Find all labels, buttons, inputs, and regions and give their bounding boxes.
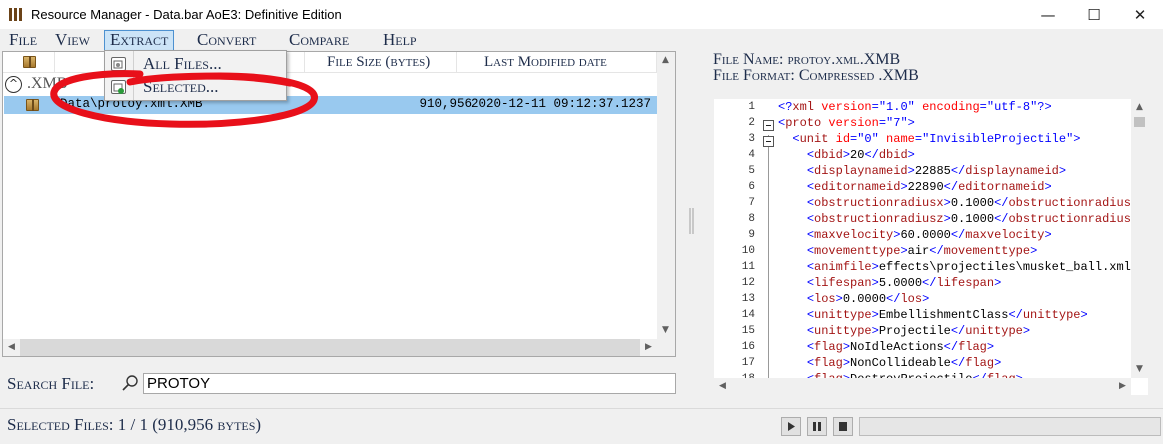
pause-button[interactable] <box>807 417 827 436</box>
line-number: 12 <box>741 277 755 289</box>
code-text: <?xml version="1.0" encoding="utf-8"?> <p… <box>778 99 1131 378</box>
line-number: 14 <box>741 309 755 321</box>
code-preview-editor[interactable]: 123456789101112131415161718 <?xml versio… <box>714 99 1148 395</box>
editor-horizontal-scrollbar[interactable]: ◀ ▶ <box>714 378 1131 395</box>
file-row[interactable]: Data\protoy.xml.XMB 910,956 2020-12-11 0… <box>4 96 657 114</box>
code-line: <lifespan>5.0000</lifespan> <box>806 276 1002 290</box>
line-number: 8 <box>748 213 755 225</box>
code-line: <unit id="0" name="InvisibleProjectile"> <box>792 132 1081 146</box>
window-title: Resource Manager - Data.bar AoE3: Defini… <box>31 7 342 22</box>
code-line: <?xml version="1.0" encoding="utf-8"?> <box>778 100 1052 114</box>
line-number: 16 <box>741 341 755 353</box>
code-line: <displaynameid>22885</displaynameid> <box>806 164 1067 178</box>
line-number: 2 <box>748 117 755 129</box>
code-line: <dbid>20</dbid> <box>806 148 915 162</box>
menu-bar: File View Extract Convert Compare Help <box>0 29 1163 51</box>
column-header-file-size[interactable]: File Size (bytes) <box>305 52 457 73</box>
line-number: 5 <box>748 165 755 177</box>
code-line: <flag>NoIdleActions</flag> <box>806 340 995 354</box>
line-number: 10 <box>741 245 755 257</box>
menu-item-selected-label: Selected... <box>143 77 219 96</box>
scroll-right-arrow-icon[interactable]: ▶ <box>640 339 657 356</box>
menu-convert[interactable]: Convert <box>192 30 261 50</box>
close-button[interactable]: ✕ <box>1117 0 1163 29</box>
code-line: <obstructionradiusz>0.1000</obstructionr… <box>806 212 1131 226</box>
line-number: 13 <box>741 293 755 305</box>
search-icon <box>122 375 138 391</box>
title-bar: Resource Manager - Data.bar AoE3: Defini… <box>0 0 1163 29</box>
collapse-toggle-icon[interactable]: ^ <box>5 76 22 93</box>
menu-file[interactable]: File <box>4 30 42 50</box>
code-line: <unittype>EmbellishmentClass</unittype> <box>806 308 1088 322</box>
scroll-left-arrow-icon[interactable]: ◀ <box>714 378 731 395</box>
line-number: 6 <box>748 181 755 193</box>
code-line: <animfile>effects\projectiles\musket_bal… <box>806 260 1131 274</box>
stop-button[interactable] <box>833 417 853 436</box>
play-icon <box>788 422 795 431</box>
line-number-gutter: 123456789101112131415161718 <box>714 99 759 385</box>
search-label: Search File: <box>7 374 95 393</box>
scroll-down-arrow-icon[interactable]: ▼ <box>657 322 674 339</box>
code-line: <obstructionradiusx>0.1000</obstructionr… <box>806 196 1131 210</box>
status-bar: Selected Files: 1 / 1 (910,956 bytes) <box>0 408 1163 444</box>
menu-compare[interactable]: Compare <box>284 30 354 50</box>
line-number: 7 <box>748 197 755 209</box>
code-line: <maxvelocity>60.0000</maxvelocity> <box>806 228 1052 242</box>
app-logo-icon <box>9 8 23 21</box>
line-number: 15 <box>741 325 755 337</box>
code-line: <editornameid>22890</editornameid> <box>806 180 1052 194</box>
archive-icon <box>23 56 36 68</box>
play-button[interactable] <box>781 417 801 436</box>
editor-vertical-scrollbar[interactable]: ▲ ▼ <box>1131 99 1148 378</box>
line-number: 1 <box>748 101 755 113</box>
menu-extract[interactable]: Extract <box>104 30 175 51</box>
panel-splitter[interactable] <box>689 208 694 234</box>
progress-bar <box>859 417 1161 436</box>
maximize-button[interactable]: ☐ <box>1071 0 1117 29</box>
code-line: <los>0.0000</los> <box>806 292 930 306</box>
extract-selected-icon <box>111 80 126 94</box>
file-modified-date: 2020-12-11 09:12:37.1237 <box>471 97 652 111</box>
scroll-right-arrow-icon[interactable]: ▶ <box>1114 378 1131 395</box>
menu-help[interactable]: Help <box>378 30 422 50</box>
group-label: .XMB <box>27 75 68 92</box>
minimize-button[interactable]: — <box>1025 0 1071 29</box>
selected-files-status: Selected Files: 1 / 1 (910,956 bytes) <box>7 415 262 434</box>
fold-toggle-icon[interactable] <box>763 136 774 147</box>
extract-all-icon <box>111 57 126 71</box>
code-line: <unittype>Projectile</unittype> <box>806 324 1031 338</box>
extract-dropdown-menu: All Files... Selected... <box>104 50 287 101</box>
scroll-up-arrow-icon[interactable]: ▲ <box>657 52 674 69</box>
code-line: <flag>DestroyProjectile</flag> <box>778 371 1023 378</box>
archive-icon <box>26 99 39 111</box>
code-line: <movementtype>air</movementtype> <box>806 244 1038 258</box>
menu-item-all-files[interactable]: All Files... <box>107 53 284 75</box>
preview-file-format: File Format: Compressed .XMB <box>713 67 919 84</box>
file-size: 910,956 <box>419 97 472 111</box>
file-list-horizontal-scrollbar[interactable]: ◀ ▶ <box>3 339 657 356</box>
line-number: 9 <box>748 229 755 241</box>
column-header-last-modified[interactable]: Last Modified date <box>457 52 657 73</box>
line-number: 17 <box>741 357 755 369</box>
fold-margin <box>762 99 776 378</box>
fold-toggle-icon[interactable] <box>763 120 774 131</box>
stop-icon <box>839 422 847 431</box>
column-header-icon[interactable] <box>3 52 55 73</box>
line-number: 4 <box>748 149 755 161</box>
scroll-down-arrow-icon[interactable]: ▼ <box>1131 361 1148 378</box>
line-number: 3 <box>748 133 755 145</box>
pause-icon <box>813 422 821 431</box>
menu-item-selected[interactable]: Selected... <box>107 76 284 98</box>
scroll-left-arrow-icon[interactable]: ◀ <box>3 339 20 356</box>
line-number: 11 <box>741 261 755 273</box>
file-list-vertical-scrollbar[interactable]: ▲ ▼ <box>657 52 675 356</box>
scroll-thumb[interactable] <box>1134 117 1145 127</box>
menu-item-all-files-label: All Files... <box>143 54 222 73</box>
code-line: <proto version="7"> <box>778 116 915 130</box>
scroll-up-arrow-icon[interactable]: ▲ <box>1131 99 1148 116</box>
menu-view[interactable]: View <box>50 30 95 50</box>
code-line: <flag>NonCollideable</flag> <box>806 356 1002 370</box>
search-input[interactable] <box>143 373 676 394</box>
